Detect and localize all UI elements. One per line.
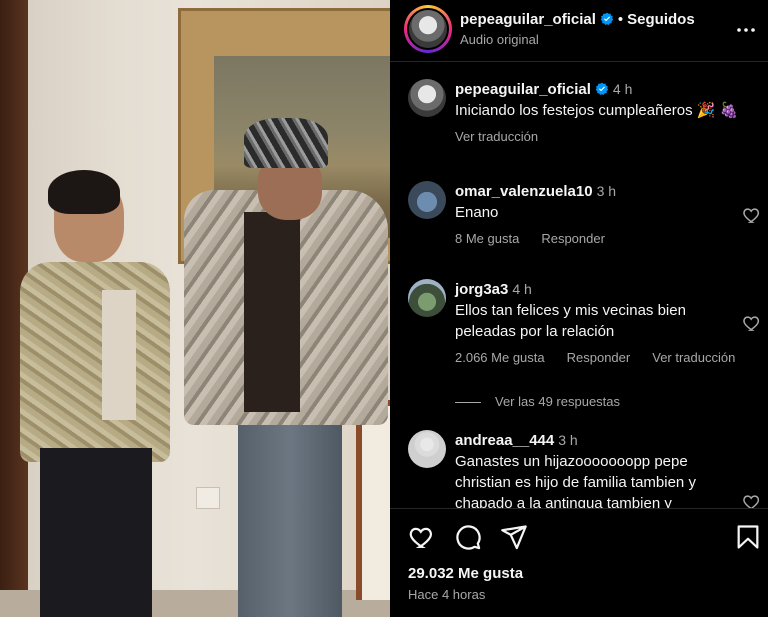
post-actions: 29.032 Me gusta Hace 4 horas <box>390 508 768 617</box>
comment-text: Ganastes un hijazooooooopp pepe christia… <box>455 453 696 508</box>
comment-time[interactable]: 3 h <box>558 432 577 448</box>
heart-icon[interactable] <box>742 205 762 225</box>
person-left-pants <box>40 448 152 617</box>
person-right-face <box>258 160 322 220</box>
person-left-tank <box>102 290 136 420</box>
heart-icon[interactable] <box>742 313 762 333</box>
translate-link[interactable]: Ver traducción <box>455 129 538 144</box>
caption-time[interactable]: 4 h <box>613 81 632 97</box>
comment-avatar[interactable] <box>408 279 446 317</box>
comment-text: Ellos tan felices y mis vecinas bien pel… <box>455 302 686 340</box>
wall-outlet <box>196 487 220 509</box>
person-left-hair <box>48 170 120 214</box>
post-media[interactable] <box>0 0 390 617</box>
comment-time[interactable]: 3 h <box>597 183 616 199</box>
chair <box>356 400 390 600</box>
more-icon[interactable] <box>734 18 758 42</box>
author-avatar[interactable] <box>404 5 452 53</box>
follow-status-button[interactable]: Seguidos <box>627 11 695 28</box>
reply-button[interactable]: Responder <box>541 231 605 246</box>
verified-icon <box>595 82 609 96</box>
reply-button[interactable]: Responder <box>567 350 631 365</box>
person-right-cap <box>244 118 328 168</box>
comment-avatar[interactable] <box>408 430 446 468</box>
comment-username[interactable]: andreaa__444 <box>455 432 554 449</box>
comment-text: Enano <box>455 204 499 221</box>
post-time[interactable]: Hace 4 horas <box>408 587 485 602</box>
caption-avatar[interactable] <box>408 79 446 117</box>
person-right-jeans <box>238 410 342 617</box>
share-icon[interactable] <box>500 523 528 551</box>
heart-icon[interactable] <box>408 523 436 551</box>
caption-username[interactable]: pepeaguilar_oficial <box>455 81 591 98</box>
translate-link[interactable]: Ver traducción <box>652 350 735 365</box>
view-replies-label: Ver las 49 respuestas <box>495 394 621 409</box>
comment-likes[interactable]: 2.066 Me gusta <box>455 350 545 365</box>
caption-text: Iniciando los festejos cumpleañeros 🎉 🍇 <box>455 102 739 119</box>
likes-count[interactable]: 29.032 Me gusta <box>408 565 523 582</box>
separator: • <box>617 11 624 28</box>
comments-list[interactable]: pepeaguilar_oficial 4 h Iniciando los fes… <box>390 63 768 508</box>
post-panel: pepeaguilar_oficial • Seguidos Audio origi… <box>390 0 768 617</box>
header-user: pepeaguilar_oficial • Seguidos <box>460 11 695 28</box>
comment-username[interactable]: jorg3a3 <box>455 281 508 298</box>
verified-icon <box>600 12 614 26</box>
comment-likes[interactable]: 8 Me gusta <box>455 231 519 246</box>
audio-link[interactable]: Audio original <box>460 32 539 47</box>
comment-avatar[interactable] <box>408 181 446 219</box>
author-username[interactable]: pepeaguilar_oficial <box>460 11 596 28</box>
person-left-shirt <box>20 262 170 462</box>
bookmark-icon[interactable] <box>734 523 762 551</box>
comment-icon[interactable] <box>454 523 482 551</box>
comment-time[interactable]: 4 h <box>512 281 531 297</box>
post-header: pepeaguilar_oficial • Seguidos Audio origi… <box>390 0 768 62</box>
comment-username[interactable]: omar_valenzuela10 <box>455 183 593 200</box>
heart-icon[interactable] <box>742 492 762 508</box>
person-right-tee <box>244 212 300 412</box>
replies-divider <box>455 402 481 404</box>
view-replies-button[interactable]: Ver las 49 respuestas <box>455 394 620 409</box>
